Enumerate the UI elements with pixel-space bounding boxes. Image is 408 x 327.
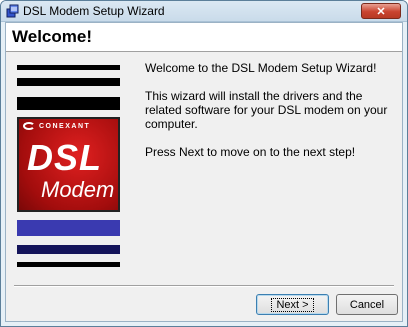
decor-bar-navy [17, 245, 120, 254]
next-button[interactable]: Next > [256, 294, 329, 315]
wizard-window: DSL Modem Setup Wizard ✕ Welcome! CONEXA… [0, 0, 408, 327]
decor-bar-black [17, 65, 120, 70]
cancel-button-label: Cancel [349, 298, 385, 311]
info-paragraph: This wizard will install the drivers and… [145, 89, 388, 131]
cancel-button[interactable]: Cancel [336, 294, 398, 315]
decor-bar-black [17, 97, 120, 110]
welcome-text: Welcome to the DSL Modem Setup Wizard! T… [145, 61, 395, 173]
logo-dsl-text: DSL [27, 137, 102, 178]
page-title: Welcome! [12, 27, 92, 46]
footer-divider [14, 285, 394, 287]
wizard-header: Welcome! [6, 23, 402, 52]
setup-app-icon [6, 4, 19, 18]
decor-bar-black [17, 262, 120, 267]
side-banner-art: CONEXANT DSL Modem [17, 65, 120, 270]
close-icon: ✕ [376, 5, 386, 18]
wizard-body: Welcome! CONEXANT DSL Modem Welcome to t… [5, 22, 403, 322]
logo-brand-text: CONEXANT [39, 123, 91, 130]
title-bar[interactable]: DSL Modem Setup Wizard ✕ [1, 1, 407, 22]
instruction-paragraph: Press Next to move on to the next step! [145, 145, 356, 159]
decor-bar-black [17, 78, 120, 86]
logo-modem-text: Modem [41, 177, 115, 202]
welcome-paragraph: Welcome to the DSL Modem Setup Wizard! [145, 61, 377, 75]
window-title: DSL Modem Setup Wizard [23, 4, 165, 18]
close-button[interactable]: ✕ [361, 3, 401, 19]
conexant-logo-icon [23, 122, 35, 130]
dsl-modem-logo: CONEXANT DSL Modem [17, 117, 120, 212]
next-button-label: Next > [271, 297, 314, 312]
decor-bar-blue [17, 220, 120, 236]
